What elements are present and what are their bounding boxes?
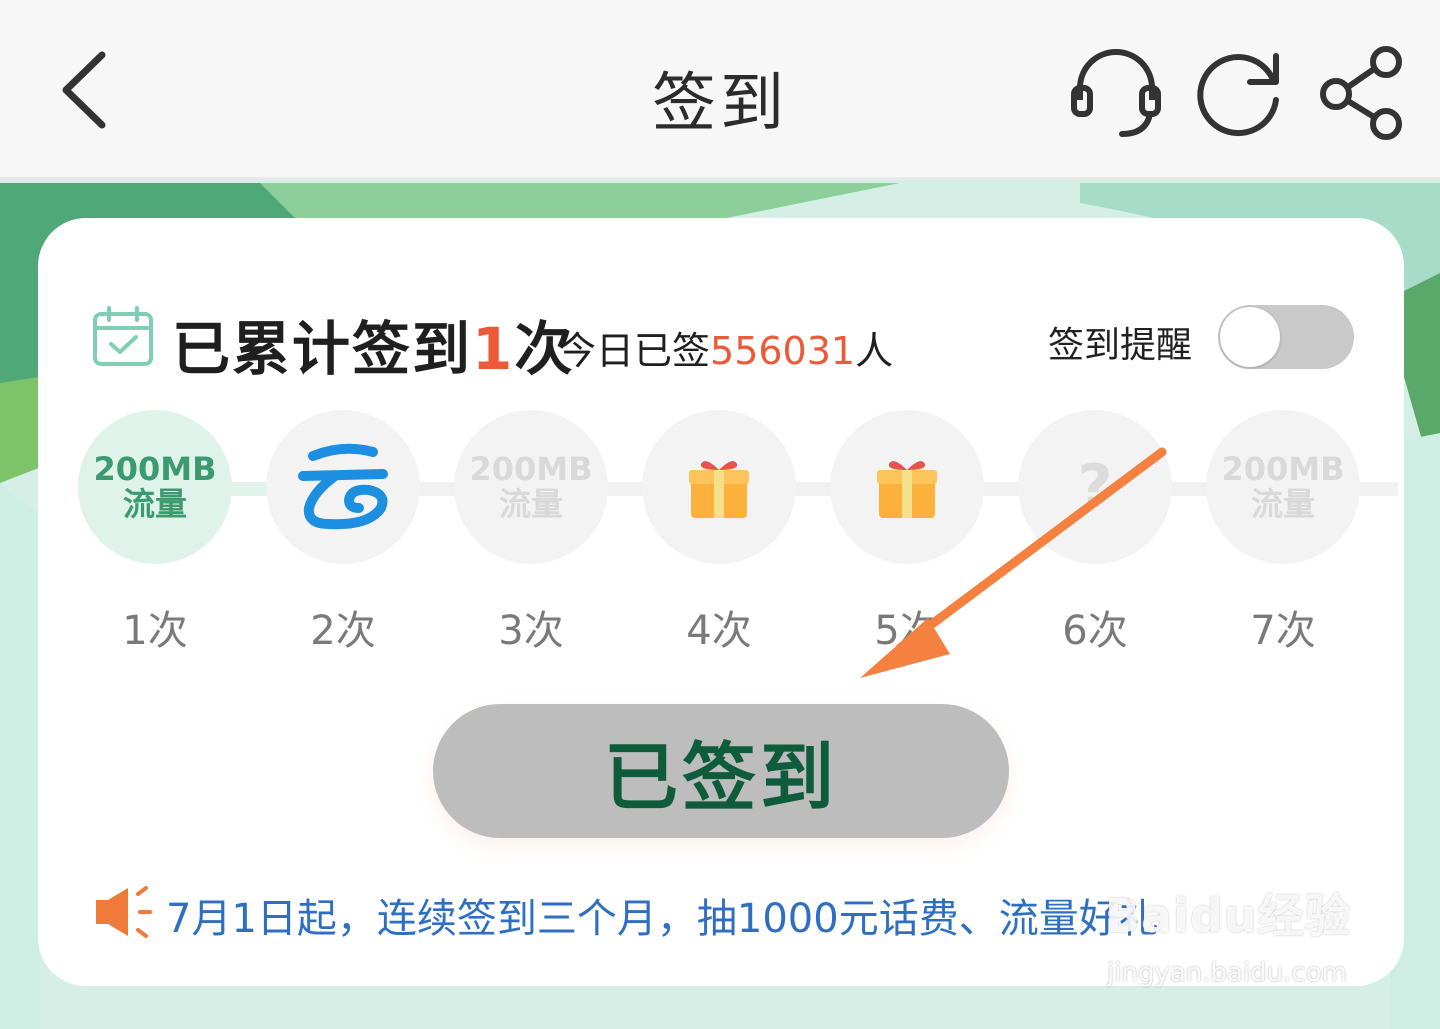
day-4-reward[interactable]: [642, 410, 796, 564]
reward-type: 流量: [1250, 485, 1315, 523]
signed-in-button[interactable]: 已签到: [433, 704, 1009, 838]
reward-type: 流量: [498, 485, 563, 523]
day-label: 7次: [1250, 608, 1316, 654]
share-icon[interactable]: [1312, 42, 1412, 142]
reward-type: 流量: [122, 485, 187, 523]
day-label: 5次: [874, 608, 940, 654]
sign-in-card: 已累计签到1次 今日已签556031人 签到提醒 200MB 流量 1次 2次 …: [38, 218, 1404, 986]
day-label: 4次: [686, 608, 752, 654]
day-3-reward[interactable]: 200MB 流量: [454, 410, 608, 564]
reward-amount: 200MB: [93, 450, 217, 488]
day-6-reward[interactable]: ?: [1018, 410, 1172, 564]
mystery-reward: ?: [1077, 452, 1113, 522]
day-label: 6次: [1062, 608, 1128, 654]
top-nav-bar: 签到: [0, 0, 1440, 180]
cloud-icon: [298, 443, 388, 530]
gift-icon: [689, 461, 749, 518]
refresh-icon[interactable]: [1190, 42, 1290, 142]
reward-amount: 200MB: [1221, 450, 1345, 488]
customer-service-icon[interactable]: [1066, 42, 1166, 142]
speaker-icon: [96, 886, 152, 938]
day-5-reward[interactable]: [830, 410, 984, 564]
day-label: 3次: [498, 608, 564, 654]
reward-amount: 200MB: [469, 450, 593, 488]
day-label: 1次: [122, 608, 188, 654]
cumulative-sign-in-count: 已累计签到1次: [172, 315, 575, 383]
day-2-reward[interactable]: [266, 410, 420, 564]
reminder-label: 签到提醒: [1048, 325, 1193, 366]
day-7-reward[interactable]: 200MB 流量: [1206, 410, 1360, 564]
today-signed-count: 今日已签556031人: [558, 329, 894, 373]
promo-notice[interactable]: 7月1日起，连续签到三个月，抽1000元话费、流量好礼: [166, 886, 1159, 944]
calendar-check-icon: [93, 306, 153, 366]
day-label: 2次: [310, 608, 376, 654]
gift-icon: [877, 461, 937, 518]
reminder-toggle[interactable]: [1218, 305, 1354, 369]
day-1-reward[interactable]: 200MB 流量: [78, 410, 232, 564]
toggle-knob: [1220, 307, 1280, 367]
